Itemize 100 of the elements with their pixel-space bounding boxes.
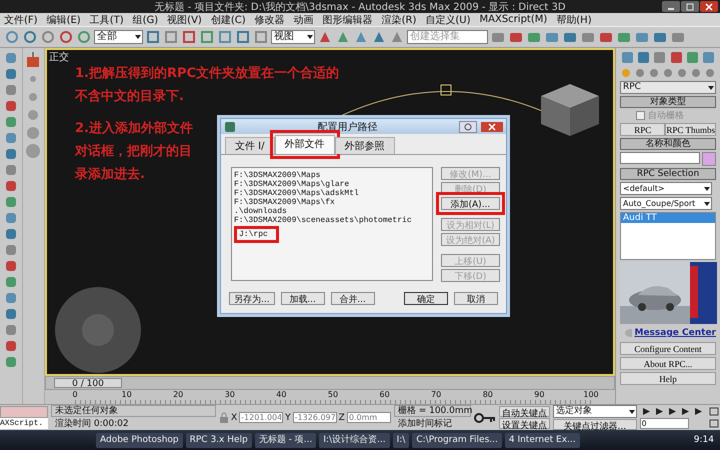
taskbar-item[interactable]: C:\Program Files... xyxy=(412,432,502,448)
taskbar-item[interactable]: RPC 3.x Help xyxy=(186,432,252,448)
help-icon[interactable] xyxy=(464,122,472,130)
steering-wheel-icon[interactable] xyxy=(53,285,143,374)
taskbar-item[interactable]: I:\ xyxy=(392,432,410,448)
panel-button[interactable]: About RPC... xyxy=(620,357,716,370)
path-item[interactable]: J:\rpc xyxy=(234,226,279,243)
panel-tab-icon[interactable] xyxy=(668,50,684,65)
menu-item[interactable]: 编辑(E) xyxy=(46,12,81,26)
menu-item[interactable]: MAXScript(M) xyxy=(480,14,548,25)
rollout-header[interactable]: RPC Selection xyxy=(620,168,716,180)
tool-icon[interactable] xyxy=(58,29,74,45)
key-icon[interactable] xyxy=(474,410,496,424)
maxscript-listener[interactable]: AXScript. xyxy=(0,418,48,429)
timeline-ruler[interactable]: 0 10 20 30 40 50 60 70 80 90 100 xyxy=(45,390,615,404)
object-type-button[interactable]: RPC xyxy=(620,123,666,136)
category-icon[interactable] xyxy=(634,67,646,79)
path-item[interactable]: .\downloads xyxy=(234,207,430,216)
listener-field[interactable] xyxy=(0,406,48,418)
path-item[interactable]: F:\3DSMAX2009\Maps\fx xyxy=(234,198,430,207)
taskbar-item[interactable]: 4 Internet Ex... xyxy=(504,432,580,448)
close-icon[interactable] xyxy=(704,2,714,10)
viewport-label[interactable]: 正交 xyxy=(49,50,69,64)
content-list-item[interactable]: Audi TT xyxy=(621,213,715,223)
dialog-button[interactable]: 另存为... xyxy=(229,292,275,305)
frame-field[interactable]: 0 xyxy=(640,418,689,429)
menu-item[interactable]: 图形编辑器 xyxy=(322,12,373,26)
path-item[interactable]: F:\3DSMAX2009\Maps xyxy=(234,171,430,180)
tool-icon[interactable] xyxy=(22,29,38,45)
path-item[interactable]: F:\3DSMAX2009\sceneassets\photometric xyxy=(234,216,430,225)
tool-icon[interactable] xyxy=(4,29,20,45)
ok-button[interactable]: 确定 xyxy=(404,292,448,305)
cancel-button[interactable]: 取消 xyxy=(454,292,498,305)
tool-icon[interactable] xyxy=(199,29,215,45)
tab[interactable]: 外部参照 xyxy=(334,137,394,154)
dialog-button[interactable]: 合并... xyxy=(330,292,375,305)
close-icon[interactable] xyxy=(488,122,496,130)
add-time-tag-button[interactable]: 添加时间标记 xyxy=(394,418,471,430)
brush-size-icon[interactable] xyxy=(25,125,42,141)
message-center-link[interactable]: Message Center xyxy=(634,328,716,338)
menu-item[interactable]: 组(G) xyxy=(132,12,158,26)
tool-icon[interactable] xyxy=(76,29,92,45)
z-coordinate-field[interactable]: 0.0mm xyxy=(346,412,391,423)
category-icon[interactable] xyxy=(690,67,702,79)
reference-coordinate-dropdown[interactable]: 视图 xyxy=(271,30,315,44)
taskbar-item[interactable]: 无标题 - 项... xyxy=(254,432,316,448)
frame-counter[interactable]: 0 / 100 xyxy=(54,378,122,388)
y-coordinate-field[interactable]: -1326.097 xyxy=(292,412,337,423)
menu-item[interactable]: 自定义(U) xyxy=(425,12,471,26)
brush-size-icon[interactable] xyxy=(25,143,42,159)
tool-icon[interactable] xyxy=(235,29,251,45)
category-icon[interactable] xyxy=(648,67,660,79)
auto-key-button[interactable]: 自动关键点 xyxy=(498,406,550,417)
tool-icon[interactable] xyxy=(40,29,56,45)
preset-dropdown[interactable]: <default> xyxy=(620,182,712,195)
lock-icon[interactable] xyxy=(219,412,229,424)
tab[interactable]: 文件 I/ xyxy=(225,137,274,154)
content-category-dropdown[interactable]: Auto_Coupe/Sport xyxy=(620,197,712,210)
panel-tab-icon[interactable] xyxy=(684,50,700,65)
set-key-button[interactable]: 设置关键点 xyxy=(498,418,550,429)
rollout-header[interactable]: 名称和颜色 xyxy=(620,138,716,150)
menu-item[interactable]: 修改器 xyxy=(254,12,285,26)
category-dropdown[interactable]: RPC xyxy=(620,81,716,94)
category-icon[interactable] xyxy=(662,67,674,79)
menu-item[interactable]: 创建(C) xyxy=(210,12,246,26)
menu-item[interactable]: 动画 xyxy=(294,12,314,26)
dialog-button[interactable]: 加载... xyxy=(280,292,325,305)
menu-item[interactable]: 工具(T) xyxy=(90,12,124,26)
taskbar-item[interactable]: I:\设计综合资... xyxy=(319,432,390,448)
named-selection-field[interactable]: 创建选择集 xyxy=(407,30,488,44)
panel-button[interactable]: Configure Content xyxy=(620,342,716,355)
navigation-icon[interactable] xyxy=(708,406,720,417)
path-item[interactable]: F:\3DSMAX2009\Maps\glare xyxy=(234,180,430,189)
tool-icon[interactable] xyxy=(145,29,161,45)
category-icon[interactable] xyxy=(704,67,716,79)
menu-item[interactable]: 视图(V) xyxy=(167,12,202,26)
path-list[interactable]: F:\3DSMAX2009\Maps F:\3DSMAX2009\Maps\glare F:\3DSMAX2009\Maps\adskMtl F:\3DSMAX2009\Maps\fx .\downloads F:\3DSMAX2009\sceneassets\photometric J:\rpc xyxy=(231,167,433,281)
rollout-header[interactable]: 对象类型 xyxy=(620,96,716,108)
panel-tab-icon[interactable] xyxy=(636,50,652,65)
taskbar-item[interactable]: Adobe Photoshop xyxy=(96,432,183,448)
selection-filter-dropdown[interactable]: 全部 xyxy=(94,30,143,44)
menu-item[interactable]: 帮助(H) xyxy=(556,12,592,26)
menu-item[interactable]: 文件(F) xyxy=(4,12,38,26)
panel-button[interactable]: Help xyxy=(620,372,716,385)
object-type-button[interactable]: RPC Thumbs xyxy=(665,123,716,136)
category-icon[interactable] xyxy=(676,67,688,79)
maximize-icon[interactable] xyxy=(685,2,695,10)
viewport[interactable] xyxy=(45,48,615,376)
navigation-icon[interactable] xyxy=(708,418,720,429)
tool-icon[interactable] xyxy=(181,29,197,45)
panel-tab-icon[interactable] xyxy=(652,50,668,65)
path-item[interactable]: F:\3DSMAX2009\Maps\adskMtl xyxy=(234,189,430,198)
tool-icon[interactable] xyxy=(253,29,269,45)
menu-item[interactable]: 渲染(R) xyxy=(382,12,416,26)
panel-tab-icon[interactable] xyxy=(700,50,716,65)
key-filters-button[interactable]: 关键点过滤器... xyxy=(552,419,637,430)
category-icon[interactable] xyxy=(620,67,632,79)
tool-icon[interactable] xyxy=(163,29,179,45)
color-swatch[interactable] xyxy=(702,152,716,166)
key-mode-dropdown[interactable]: 选定对象 xyxy=(552,405,637,418)
